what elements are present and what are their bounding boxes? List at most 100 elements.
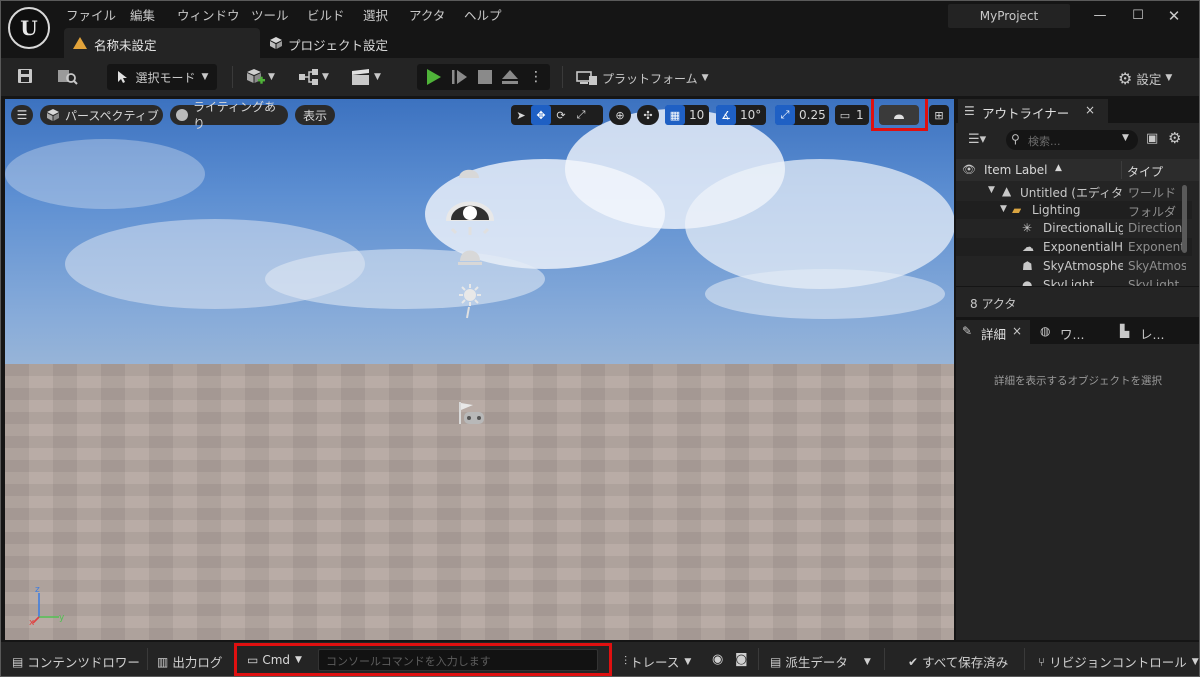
save-icon	[18, 69, 32, 83]
outliner-row[interactable]: ▼ ▰ Lighting フォルダ	[956, 201, 1192, 219]
search-placeholder: 検索...	[1028, 135, 1061, 148]
record-icon[interactable]: ◉	[712, 652, 723, 667]
show-button[interactable]: 表示	[295, 105, 335, 125]
show-label: 表示	[302, 108, 327, 123]
menu-help[interactable]: ヘルプ	[464, 5, 502, 24]
trace-label: トレース	[630, 655, 680, 670]
unreal-editor-window: U ファイル 編集 ウィンドウ ツール ビルド 選択 アクタ ヘルプ MyPro…	[0, 0, 1200, 677]
select-tool-icon[interactable]: ➤	[511, 105, 531, 125]
rotation-snap[interactable]: ∡ 10°	[716, 105, 766, 125]
column-item-label[interactable]: Item Label	[984, 163, 1048, 177]
filter-icon[interactable]: ☰▾	[968, 132, 986, 147]
platforms-dropdown[interactable]: プラットフォーム ▼	[576, 68, 709, 88]
tab-level[interactable]: 名称未設定	[64, 28, 260, 58]
outliner-tab[interactable]: ☰ アウトライナー ×	[958, 99, 1108, 123]
lighting-mode-button[interactable]: ライティングあり	[170, 100, 288, 131]
output-log-button[interactable]: ▥ 出力ログ	[157, 652, 222, 671]
menu-select[interactable]: 選択	[363, 5, 388, 24]
outliner-row[interactable]: ✳ DirectionalLight DirectionalLight	[956, 219, 1192, 237]
directional-light-icon[interactable]	[442, 187, 498, 237]
select-mode-dropdown[interactable]: 選択モード ▼	[107, 64, 217, 90]
menu-actor[interactable]: アクタ	[409, 5, 445, 24]
revision-control-dropdown[interactable]: ⑂ リビジョンコントロール ▼	[1038, 652, 1199, 671]
tab-details[interactable]: ✎ 詳細 ×	[956, 320, 1030, 344]
trace-dropdown[interactable]: ⫶ トレース ▼	[624, 652, 691, 671]
gear-icon[interactable]: ⚙	[1168, 129, 1181, 147]
close-window-button[interactable]: ✕	[1164, 6, 1184, 26]
outliner-row-type: SkyAtmosphere	[1128, 259, 1186, 273]
more-options-icon[interactable]: ⋮	[529, 69, 543, 85]
svg-text:x: x	[29, 618, 35, 625]
menu-build[interactable]: ビルド	[307, 5, 345, 24]
scale-tool-icon[interactable]: ⤢	[571, 105, 591, 125]
tab-level-details-label: レ...	[1140, 327, 1165, 342]
stop-icon[interactable]	[475, 67, 495, 87]
divider	[147, 648, 148, 670]
chevron-down-icon: ▼	[684, 656, 692, 667]
add-folder-icon[interactable]: ▣	[1146, 131, 1158, 146]
cube-icon	[47, 109, 59, 121]
menu-edit[interactable]: 編集	[130, 5, 155, 24]
outliner-row[interactable]: ◓ SkyLight SkyLight	[956, 276, 1192, 286]
level-viewport[interactable]: ☰ パースペクティブ ライティングあり 表示 ➤ ✥ ⟳ ⤢ ⊕ ✣ ▦ 10 …	[5, 99, 954, 640]
add-actor-button[interactable]: ▼	[246, 66, 282, 88]
unreal-logo[interactable]: U	[8, 7, 50, 49]
eye-icon[interactable]: 👁	[962, 163, 976, 176]
skylight-sprite-icon[interactable]	[455, 165, 483, 179]
details-panel: 詳細を表示するオブジェクトを選択	[956, 344, 1200, 640]
player-start-icon[interactable]	[457, 400, 487, 426]
world-local-toggle[interactable]: ⊕	[609, 105, 631, 125]
outliner-row[interactable]: ☗ SkyAtmosphere SkyAtmosphere	[956, 257, 1192, 275]
grid-icon: ▦	[665, 105, 685, 125]
menu-window[interactable]: ウィンドウ	[177, 5, 240, 24]
chevron-down-icon: ▼	[1165, 73, 1173, 83]
perspective-label: パースペクティブ	[65, 108, 159, 123]
menu-tools[interactable]: ツール	[251, 5, 289, 24]
camera-speed[interactable]: ▭ 1	[835, 105, 869, 125]
content-drawer-button[interactable]: ▤ コンテンツドロワー	[12, 652, 140, 671]
play-controls: ⋮	[417, 64, 550, 90]
highlight-box	[871, 99, 928, 131]
menu-file[interactable]: ファイル	[66, 5, 116, 24]
step-icon[interactable]	[449, 67, 471, 87]
tab-world-settings[interactable]: ◍ ワ...	[1036, 320, 1110, 344]
rotate-tool-icon[interactable]: ⟳	[551, 105, 571, 125]
close-tab-icon[interactable]: ×	[1085, 103, 1095, 117]
minimize-button[interactable]: —	[1090, 6, 1110, 26]
revision-control-label: リビジョンコントロール	[1049, 655, 1187, 670]
screenshot-icon[interactable]: ◙	[735, 652, 748, 667]
play-icon[interactable]	[423, 67, 443, 87]
cinematics-button[interactable]: ▼	[350, 66, 386, 88]
fog-sprite-icon[interactable]	[458, 283, 486, 319]
tab-level-details[interactable]: ▙ レ...	[1116, 320, 1190, 344]
surface-snap-toggle[interactable]: ✣	[637, 105, 659, 125]
translate-tool-icon[interactable]: ✥	[531, 105, 551, 125]
viewport-options-button[interactable]: ☰	[11, 105, 33, 125]
outliner-row[interactable]: ☁ ExponentialHeightFog ExponentialHeight…	[956, 238, 1192, 256]
content-drawer-label: コンテンツドロワー	[27, 655, 140, 670]
pencil-icon: ✎	[962, 324, 973, 338]
scale-snap[interactable]: ⤢ 0.25	[775, 105, 829, 125]
outliner-scrollbar[interactable]	[1182, 185, 1187, 253]
tab-project-settings[interactable]: プロジェクト設定	[264, 28, 404, 58]
expand-arrow-icon[interactable]: ▼	[988, 185, 995, 195]
outliner-row-name: Lighting	[1032, 203, 1081, 217]
column-type[interactable]: タイプ	[1127, 163, 1163, 180]
atmosphere-sprite-icon[interactable]	[456, 243, 484, 267]
browse-level-button[interactable]	[56, 67, 80, 87]
maximize-button[interactable]: ☐	[1128, 6, 1148, 26]
derived-data-dropdown[interactable]: ▤ 派生データ ▼	[770, 652, 871, 671]
settings-dropdown[interactable]: ⚙ 設定 ▼	[1118, 68, 1172, 88]
layout-button[interactable]: ⊞	[929, 105, 949, 125]
close-tab-icon[interactable]: ×	[1012, 324, 1022, 338]
blueprint-button[interactable]: ▼	[298, 66, 334, 88]
grid-snap[interactable]: ▦ 10	[665, 105, 709, 125]
outliner-row[interactable]: ▼ ▲ Untitled (エディタ) ワールド	[956, 182, 1192, 200]
save-button[interactable]	[16, 67, 36, 87]
expand-arrow-icon[interactable]: ▼	[1000, 204, 1007, 214]
platforms-label: プラットフォーム	[602, 71, 698, 86]
save-all-button[interactable]: ✔ すべて保存済み	[908, 652, 1008, 671]
outliner-search-input[interactable]: ⚲ 検索... ▼	[1006, 130, 1138, 150]
perspective-button[interactable]: パースペクティブ	[40, 105, 163, 125]
eject-icon[interactable]	[499, 67, 521, 87]
